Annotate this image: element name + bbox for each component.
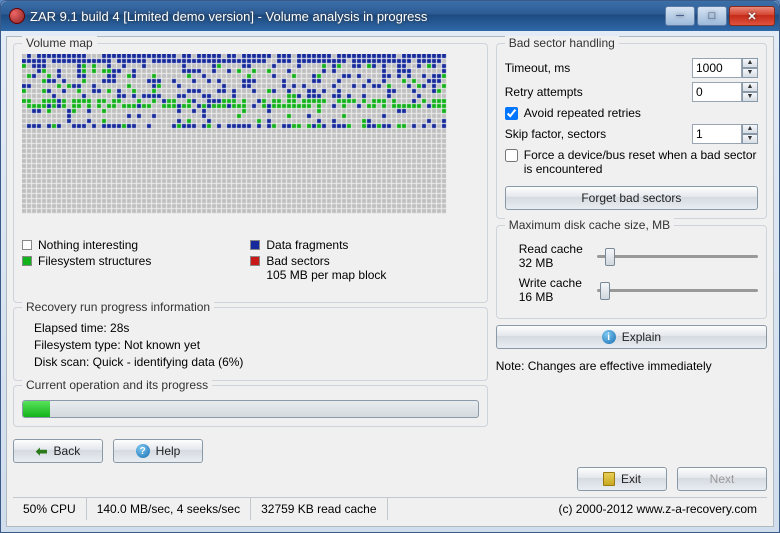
volume-map-legend: Volume map	[22, 36, 97, 50]
retry-label: Retry attempts	[505, 85, 686, 99]
status-io: 140.0 MB/sec, 4 seeks/sec	[87, 498, 251, 520]
volume-map-canvas	[22, 54, 479, 232]
elapsed-time: Elapsed time: 28s	[34, 321, 479, 335]
legend-fs: Filesystem structures	[38, 254, 151, 268]
curop-legend: Current operation and its progress	[22, 378, 212, 392]
swatch-nothing-icon	[22, 240, 32, 250]
status-bar: 50% CPU 140.0 MB/sec, 4 seeks/sec 32759 …	[13, 497, 767, 520]
legend-data: Data fragments	[266, 238, 348, 252]
filesystem-type: Filesystem type: Not known yet	[34, 338, 479, 352]
write-cache-label: Write cache	[519, 276, 589, 290]
maximize-button[interactable]: □	[697, 6, 727, 26]
read-cache-label: Read cache	[519, 242, 589, 256]
disk-scan-status: Disk scan: Quick - identifying data (6%)	[34, 355, 479, 369]
timeout-up-btn[interactable]: ▲	[742, 58, 758, 68]
progress-bar	[22, 400, 479, 418]
titlebar[interactable]: ZAR 9.1 build 4 [Limited demo version] -…	[1, 1, 779, 31]
force-reset-label: Force a device/bus reset when a bad sect…	[524, 148, 758, 176]
timeout-input[interactable]	[692, 58, 742, 78]
write-cache-value: 16 MB	[519, 290, 589, 304]
read-cache-slider[interactable]	[597, 247, 758, 266]
read-cache-value: 32 MB	[519, 256, 589, 270]
skip-input[interactable]	[692, 124, 742, 144]
retry-down-btn[interactable]: ▼	[742, 92, 758, 102]
bad-sector-legend: Bad sector handling	[505, 36, 619, 50]
back-button[interactable]: ⬅Back	[13, 439, 103, 463]
content-area: Volume map Nothing interesting Filesyste…	[6, 36, 774, 527]
bad-sector-group: Bad sector handling Timeout, ms ▲▼ Retry…	[496, 43, 767, 219]
next-button[interactable]: Next	[677, 467, 767, 491]
write-cache-slider[interactable]	[597, 281, 758, 300]
status-cache: 32759 KB read cache	[251, 498, 387, 520]
window-title: ZAR 9.1 build 4 [Limited demo version] -…	[30, 9, 665, 24]
timeout-down-btn[interactable]: ▼	[742, 68, 758, 78]
changes-note: Note: Changes are effective immediately	[496, 359, 767, 373]
skip-up-btn[interactable]: ▲	[742, 124, 758, 134]
timeout-label: Timeout, ms	[505, 61, 686, 75]
current-op-group: Current operation and its progress	[13, 385, 488, 427]
retry-input[interactable]	[692, 82, 742, 102]
close-button[interactable]: ✕	[729, 6, 775, 26]
swatch-bad-icon	[250, 256, 260, 266]
help-icon: ?	[136, 444, 150, 458]
legend-bad: Bad sectors	[266, 254, 386, 268]
avoid-retries-checkbox[interactable]	[505, 107, 518, 120]
cache-group: Maximum disk cache size, MB Read cache 3…	[496, 225, 767, 319]
volume-map-group: Volume map Nothing interesting Filesyste…	[13, 43, 488, 303]
info-icon: i	[602, 330, 616, 344]
exit-icon	[603, 472, 615, 486]
app-window: ZAR 9.1 build 4 [Limited demo version] -…	[0, 0, 780, 533]
avoid-retries-label: Avoid repeated retries	[524, 106, 758, 120]
progress-legend: Recovery run progress information	[22, 300, 214, 314]
status-copyright: (c) 2000-2012 www.z-a-recovery.com	[548, 498, 767, 520]
status-cpu: 50% CPU	[13, 498, 87, 520]
retry-up-btn[interactable]: ▲	[742, 82, 758, 92]
legend-block-size: 105 MB per map block	[266, 268, 386, 282]
exit-button[interactable]: Exit	[577, 467, 667, 491]
force-reset-checkbox[interactable]	[505, 149, 518, 162]
minimize-button[interactable]: ─	[665, 6, 695, 26]
help-button[interactable]: ?Help	[113, 439, 203, 463]
app-icon	[9, 8, 25, 24]
cache-legend: Maximum disk cache size, MB	[505, 218, 674, 232]
skip-down-btn[interactable]: ▼	[742, 134, 758, 144]
progress-info-group: Recovery run progress information Elapse…	[13, 307, 488, 381]
back-arrow-icon: ⬅	[36, 443, 48, 460]
forget-bad-sectors-button[interactable]: Forget bad sectors	[505, 186, 758, 210]
swatch-data-icon	[250, 240, 260, 250]
legend-nothing: Nothing interesting	[38, 238, 138, 252]
swatch-fs-icon	[22, 256, 32, 266]
skip-label: Skip factor, sectors	[505, 127, 686, 141]
explain-button[interactable]: iExplain	[496, 325, 767, 349]
